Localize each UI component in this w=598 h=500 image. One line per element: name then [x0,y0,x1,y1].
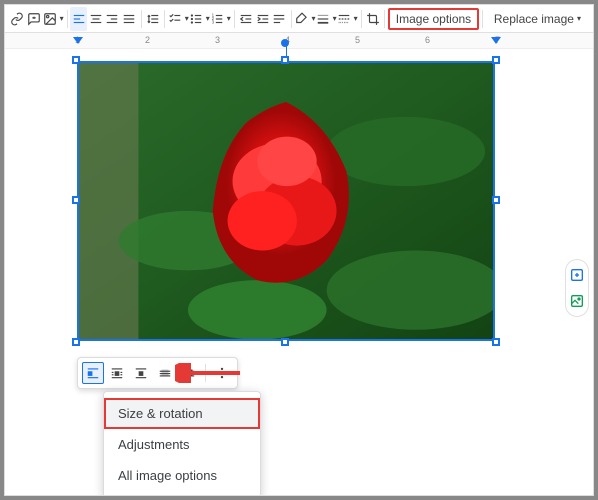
resize-handle-bm[interactable] [281,338,289,346]
clear-formatting-icon[interactable] [271,7,288,31]
svg-text:3: 3 [211,19,214,24]
align-right-icon[interactable] [104,7,121,31]
align-left-icon[interactable] [70,7,87,31]
ruler-right-marker[interactable] [491,37,501,44]
align-justify-icon[interactable] [121,7,138,31]
align-center-icon[interactable] [87,7,104,31]
horizontal-ruler: 1 2 3 4 5 6 7 [5,33,593,49]
main-toolbar: ▾ ▾ ▾ 123▾ ▾ ▾ ▾ Image options Replace i… [5,5,593,33]
link-icon[interactable] [9,7,26,31]
plus-icon[interactable] [568,266,586,284]
selected-image[interactable] [77,61,495,341]
menu-size-rotation[interactable]: Size & rotation [104,398,260,429]
checklist-icon[interactable]: ▾ [168,7,189,31]
increase-indent-icon[interactable] [254,7,271,31]
resize-handle-bl[interactable] [72,338,80,346]
wrap-text-icon[interactable] [106,362,128,384]
wrap-inline-icon[interactable] [82,362,104,384]
menu-all-image-options[interactable]: All image options [104,460,260,491]
resize-handle-tm[interactable] [281,56,289,64]
image-options-menu: Size & rotation Adjustments All image op… [103,391,261,496]
decrease-indent-icon[interactable] [237,7,254,31]
image-options-button[interactable]: Image options [388,8,479,30]
resize-handle-mr[interactable] [492,196,500,204]
menu-adjustments[interactable]: Adjustments [104,429,260,460]
border-dash-icon[interactable]: ▾ [337,7,358,31]
border-weight-icon[interactable]: ▾ [316,7,337,31]
image-wrap-toolbar [77,357,238,389]
rotation-handle[interactable] [281,39,289,47]
bulleted-list-icon[interactable]: ▾ [189,7,210,31]
wrap-behind-icon[interactable] [154,362,176,384]
insert-image-icon[interactable]: ▾ [43,7,64,31]
picture-icon[interactable] [568,292,586,310]
app-window: ▾ ▾ ▾ 123▾ ▾ ▾ ▾ Image options Replace i… [4,4,594,496]
border-color-icon[interactable]: ▾ [295,7,316,31]
selection-border [77,61,495,341]
line-spacing-icon[interactable] [144,7,161,31]
resize-handle-tr[interactable] [492,56,500,64]
crop-icon[interactable] [364,7,381,31]
resize-handle-br[interactable] [492,338,500,346]
side-panel [565,259,589,317]
document-canvas[interactable]: Size & rotation Adjustments All image op… [5,49,593,495]
wrap-front-icon[interactable] [178,362,200,384]
more-vert-icon[interactable] [211,362,233,384]
ruler-indent-marker[interactable] [73,37,83,44]
replace-image-button[interactable]: Replace image▾ [486,7,589,31]
wrap-break-icon[interactable] [130,362,152,384]
resize-handle-ml[interactable] [72,196,80,204]
numbered-list-icon[interactable]: 123▾ [210,7,231,31]
resize-handle-tl[interactable] [72,56,80,64]
comment-icon[interactable] [26,7,43,31]
